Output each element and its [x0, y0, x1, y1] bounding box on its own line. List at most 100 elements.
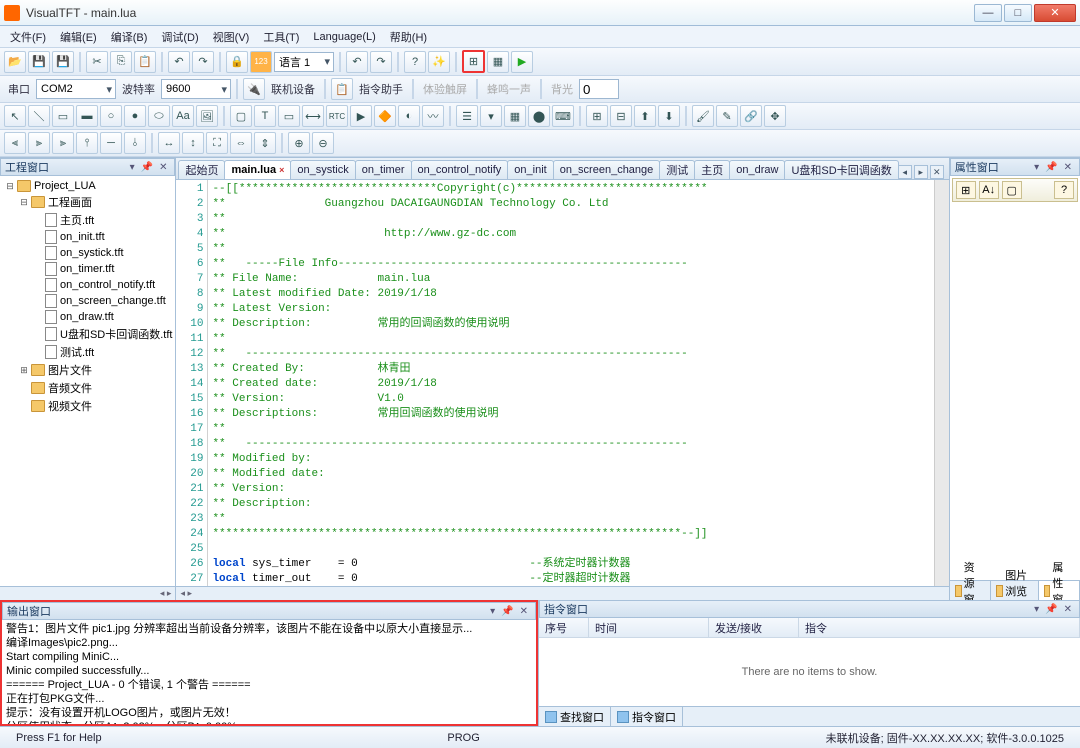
line-icon[interactable]: ＼ [28, 105, 50, 127]
text-widget-icon[interactable]: T [254, 105, 276, 127]
menu-widget-icon[interactable]: ☰ [456, 105, 478, 127]
gif-icon[interactable]: ▶ [350, 105, 372, 127]
pin-icon[interactable]: 📌 [141, 162, 153, 173]
icon-widget-icon[interactable]: 🔶 [374, 105, 396, 127]
brush-icon[interactable]: 🖌 [692, 105, 714, 127]
maximize-button[interactable]: □ [1004, 4, 1032, 22]
align-middle-icon[interactable]: ─ [100, 132, 122, 154]
tree-node[interactable]: 视频文件 [3, 397, 172, 415]
tree-node[interactable]: on_init.tft [3, 229, 172, 245]
pin-icon[interactable]: 📌 [1045, 162, 1057, 173]
tree-node[interactable]: ⊞图片文件 [3, 361, 172, 379]
dropdown-icon[interactable]: ▾ [490, 606, 495, 617]
align-left-icon[interactable]: ⫷ [4, 132, 26, 154]
save-all-icon[interactable]: 💾 [52, 51, 74, 73]
paste-icon[interactable]: 📋 [134, 51, 156, 73]
port-combo[interactable]: COM2 [36, 79, 116, 99]
align-center-icon[interactable]: ⫸ [28, 132, 50, 154]
grid-col-header[interactable]: 时间 [589, 618, 709, 637]
pin-icon[interactable]: 📌 [1045, 604, 1057, 615]
num123-icon[interactable]: 123 [250, 51, 272, 73]
wand-icon[interactable]: ✨ [428, 51, 450, 73]
editor-tab[interactable]: 主页 [694, 160, 730, 179]
menu-item[interactable]: 视图(V) [207, 27, 256, 47]
group-icon[interactable]: ⊞ [586, 105, 608, 127]
vscrollbar[interactable] [934, 180, 949, 586]
circle-icon[interactable]: ○ [100, 105, 122, 127]
fillrect-icon[interactable]: ▬ [76, 105, 98, 127]
assist-icon[interactable]: 📋 [331, 78, 353, 100]
close-panel-icon[interactable]: ✕ [1064, 162, 1072, 173]
tab-close-icon[interactable]: ✕ [930, 165, 944, 179]
front-icon[interactable]: ⬆ [634, 105, 656, 127]
menu-item[interactable]: 编辑(E) [54, 27, 103, 47]
grid-col-header[interactable]: 指令 [799, 618, 1080, 637]
output-body[interactable]: 警告1：图片文件 pic1.jpg 分辨率超出当前设备分辨率，该图片不能在设备中… [2, 620, 536, 724]
right-tab[interactable]: 资源窗口 [950, 581, 992, 600]
menu-item[interactable]: 工具(T) [257, 27, 305, 47]
cut-icon[interactable]: ✂ [86, 51, 108, 73]
redo-icon[interactable]: ↷ [192, 51, 214, 73]
close-button[interactable]: ✕ [1034, 4, 1076, 22]
lock-icon[interactable]: 🔒 [226, 51, 248, 73]
editor-tab[interactable]: main.lua× [224, 160, 291, 179]
tab-prev-icon[interactable]: ◂ [898, 165, 912, 179]
tree-node[interactable]: 主页.tft [3, 211, 172, 229]
connect-icon[interactable]: 🔌 [243, 78, 265, 100]
undo-icon[interactable]: ↶ [168, 51, 190, 73]
dist-v-icon[interactable]: ⇕ [254, 132, 276, 154]
editor-tab[interactable]: on_screen_change [553, 160, 661, 179]
editor-tab[interactable]: on_timer [355, 160, 412, 179]
align-top-icon[interactable]: ⫯ [76, 132, 98, 154]
command-tab[interactable]: 查找窗口 [539, 707, 611, 726]
run-icon[interactable]: ▶ [511, 51, 533, 73]
same-size-icon[interactable]: ⛶ [206, 132, 228, 154]
fillcircle-icon[interactable]: ● [124, 105, 146, 127]
ellipse-icon[interactable]: ⬭ [148, 105, 170, 127]
ungroup-icon[interactable]: ⊟ [610, 105, 632, 127]
right-tab[interactable]: 图片浏览器 [991, 581, 1038, 600]
grid2-icon[interactable]: ▦ [487, 51, 509, 73]
tb-btn-a[interactable]: ↶ [346, 51, 368, 73]
pin-icon[interactable]: 📌 [501, 606, 513, 617]
editor-tab[interactable]: on_draw [729, 160, 785, 179]
command-tab[interactable]: 指令窗口 [611, 707, 683, 726]
menu-item[interactable]: Language(L) [307, 29, 381, 45]
grid-col-header[interactable]: 序号 [539, 618, 589, 637]
center-h-icon[interactable]: ⊕ [288, 132, 310, 154]
tree-node[interactable]: ⊟工程画面 [3, 193, 172, 211]
tree-node[interactable]: 音频文件 [3, 379, 172, 397]
backlight-input[interactable] [579, 79, 619, 99]
editor-tab[interactable]: U盘和SD卡回调函数 [784, 160, 898, 179]
center-v-icon[interactable]: ⊖ [312, 132, 334, 154]
align-right-icon[interactable]: ⫸ [52, 132, 74, 154]
back-icon[interactable]: ⬇ [658, 105, 680, 127]
dist-h-icon[interactable]: ⇔ [230, 132, 252, 154]
dropdown-icon[interactable]: ▾ [1034, 162, 1039, 173]
close-panel-icon[interactable]: ✕ [520, 606, 528, 617]
tree-node[interactable]: on_systick.tft [3, 245, 172, 261]
code-editor[interactable]: --[[******************************Copyri… [208, 180, 933, 586]
tree-node[interactable]: on_screen_change.tft [3, 293, 172, 309]
editor-tab[interactable]: 测试 [659, 160, 695, 179]
menu-item[interactable]: 调试(D) [155, 27, 204, 47]
same-width-icon[interactable]: ↔ [158, 132, 180, 154]
move-icon[interactable]: ✥ [764, 105, 786, 127]
menu-item[interactable]: 帮助(H) [384, 27, 433, 47]
editor-tab[interactable]: on_init [507, 160, 553, 179]
text-icon[interactable]: Aa [172, 105, 194, 127]
help-icon[interactable]: ? [1054, 181, 1074, 199]
keyboard-icon[interactable]: ⌨ [552, 105, 574, 127]
close-panel-icon[interactable]: ✕ [159, 162, 167, 173]
slider-icon[interactable]: ⟷ [302, 105, 324, 127]
menu-item[interactable]: 编译(B) [105, 27, 154, 47]
language-combo[interactable]: 语言 1 [274, 52, 334, 72]
baud-combo[interactable]: 9600 [161, 79, 231, 99]
open-icon[interactable]: 📂 [4, 51, 26, 73]
align-bottom-icon[interactable]: ⫰ [124, 132, 146, 154]
save-icon[interactable]: 💾 [28, 51, 50, 73]
link-icon[interactable]: 🔗 [740, 105, 762, 127]
tree-node[interactable]: ⊟Project_LUA [3, 179, 172, 193]
rect-icon[interactable]: ▭ [52, 105, 74, 127]
cat-icon[interactable]: ⊞ [956, 181, 976, 199]
